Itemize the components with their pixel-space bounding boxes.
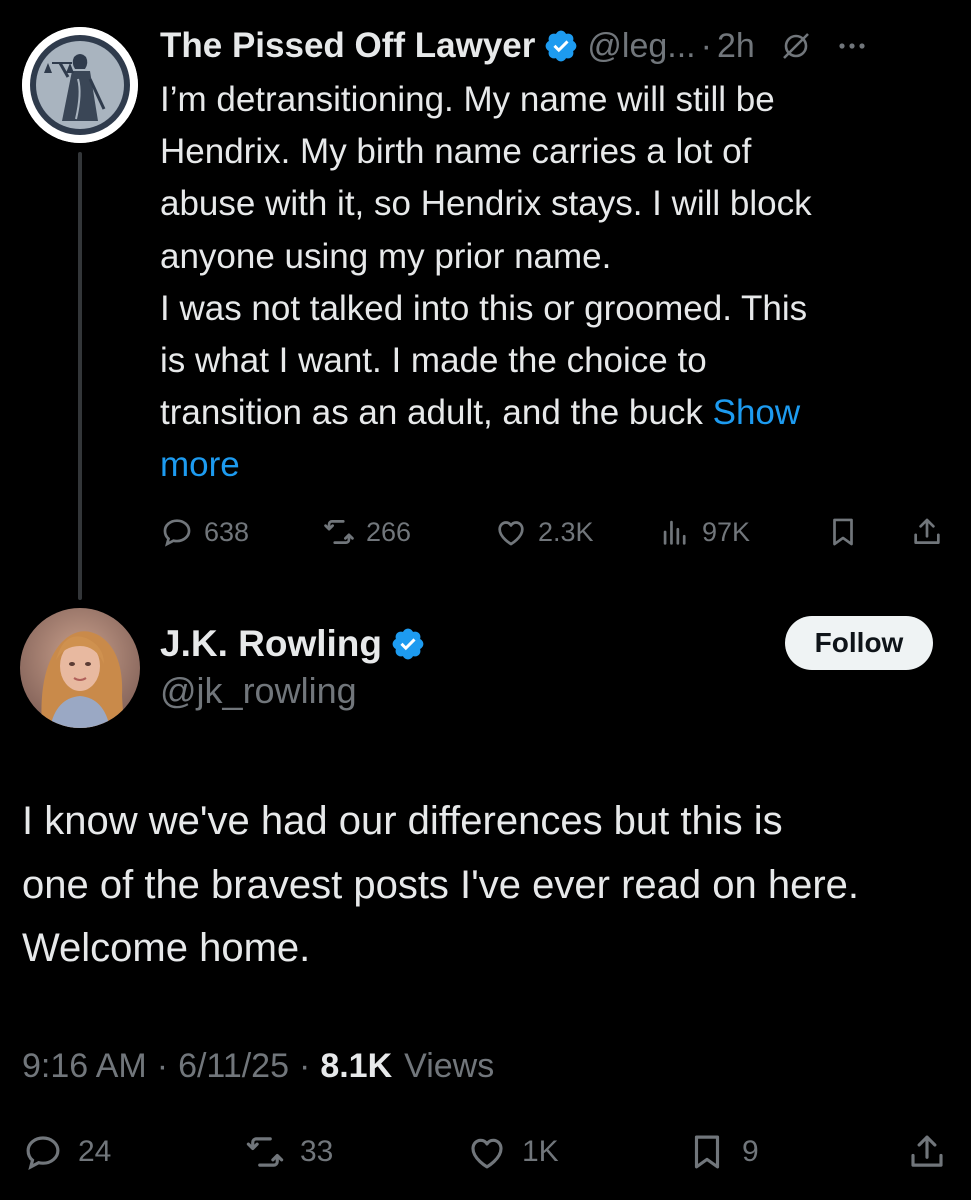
reply-icon: [26, 1136, 60, 1170]
main-author-avatar[interactable]: [20, 608, 140, 728]
views-button[interactable]: 97K: [658, 508, 750, 556]
main-tweet-text: I know we've had our differences but thi…: [22, 790, 962, 981]
bookmark-icon: [694, 1135, 720, 1169]
tweet-text-line: abuse with it, so Hendrix stays. I will …: [160, 184, 812, 224]
bookmark-button[interactable]: 9: [686, 1126, 759, 1178]
repost-button[interactable]: 266: [322, 508, 411, 556]
reply-button[interactable]: 24: [22, 1126, 111, 1178]
follow-button[interactable]: Follow: [785, 616, 933, 670]
tweet-time[interactable]: 9:16 AM: [22, 1047, 147, 1086]
parent-tweet-text: I’m detransitioning. My name will still …: [160, 74, 930, 492]
views-icon: [663, 520, 686, 545]
like-count: 1K: [522, 1135, 559, 1168]
views-count: 97K: [702, 516, 751, 547]
tweet-text-line: transition as an adult, and the buck Sho…: [160, 387, 930, 439]
verified-badge-icon: [392, 628, 424, 660]
tweet-text-line: is what I want. I made the choice to: [160, 341, 707, 381]
profile-photo: [20, 608, 140, 728]
grok-icon[interactable]: [781, 31, 811, 61]
show-more-link-continued[interactable]: more: [160, 439, 930, 491]
more-icon[interactable]: [835, 29, 869, 63]
main-author-name[interactable]: J.K. Rowling: [160, 623, 382, 665]
repost-button[interactable]: 33: [244, 1126, 333, 1178]
meta-separator: ·: [156, 1046, 169, 1085]
tweet-text-fragment: transition as an adult, and the buck: [160, 393, 703, 433]
show-more-link[interactable]: Show: [713, 393, 801, 432]
like-icon: [498, 521, 524, 546]
parent-tweet-actions: 638 266 2.3K 97K: [160, 508, 950, 556]
reply-count: 638: [204, 516, 250, 547]
main-tweet-actions: 24 33 1K 9: [22, 1126, 952, 1178]
reply-button[interactable]: 638: [160, 508, 249, 556]
like-button[interactable]: 2.3K: [494, 508, 594, 556]
tweet-text-line: anyone using my prior name.: [160, 236, 612, 276]
tweet-detail-page: The Pissed Off Lawyer @leg... · 2h I’m d…: [0, 0, 971, 1200]
share-button[interactable]: [906, 1126, 948, 1178]
main-author-handle[interactable]: @jk_rowling: [160, 670, 357, 712]
like-icon: [471, 1138, 503, 1169]
parent-tweet-time[interactable]: 2h: [717, 27, 755, 66]
reply-icon: [163, 519, 191, 547]
verified-badge-icon: [546, 30, 577, 62]
repost-count: 33: [300, 1135, 334, 1168]
like-button[interactable]: 1K: [466, 1126, 559, 1178]
reply-count: 24: [78, 1135, 112, 1168]
tweet-metadata: 9:16 AM · 6/11/25 · 8.1K Views: [22, 1042, 494, 1090]
tweet-views-label: Views: [404, 1046, 495, 1085]
share-button[interactable]: [910, 508, 944, 556]
parent-tweet[interactable]: The Pissed Off Lawyer @leg... · 2h I’m d…: [0, 0, 971, 600]
tweet-views-count[interactable]: 8.1K: [320, 1047, 392, 1086]
header-separator: ·: [700, 26, 712, 65]
tweet-text-line: one of the bravest posts I've ever read …: [22, 862, 860, 907]
bookmark-count: 9: [742, 1135, 759, 1168]
repost-icon: [324, 520, 354, 544]
tweet-text-line: I’m detransitioning. My name will still …: [160, 80, 775, 119]
thread-connector-line: [78, 152, 82, 600]
tweet-text-line: Hendrix. My birth name carries a lot of: [160, 132, 752, 172]
repost-icon: [246, 1137, 284, 1167]
like-count: 2.3K: [538, 516, 594, 547]
parent-tweet-header: The Pissed Off Lawyer @leg... · 2h: [160, 22, 950, 70]
tweet-date[interactable]: 6/11/25: [178, 1047, 289, 1086]
share-icon: [914, 518, 940, 544]
parent-author-avatar[interactable]: [22, 27, 138, 143]
tweet-text-line: I know we've had our differences but thi…: [22, 799, 783, 843]
bookmark-button[interactable]: [826, 508, 860, 556]
bookmark-icon: [833, 518, 853, 546]
main-author-name-row: J.K. Rowling: [160, 618, 434, 670]
repost-count: 266: [366, 516, 412, 547]
lady-justice-logo: [22, 27, 138, 143]
parent-author-handle[interactable]: @leg...: [587, 27, 695, 66]
parent-author-name[interactable]: The Pissed Off Lawyer: [160, 26, 535, 66]
tweet-text-line: I was not talked into this or groomed. T…: [160, 288, 808, 328]
share-icon: [911, 1135, 943, 1167]
tweet-text-line: Welcome home.: [22, 926, 311, 970]
meta-separator: ·: [299, 1046, 311, 1085]
